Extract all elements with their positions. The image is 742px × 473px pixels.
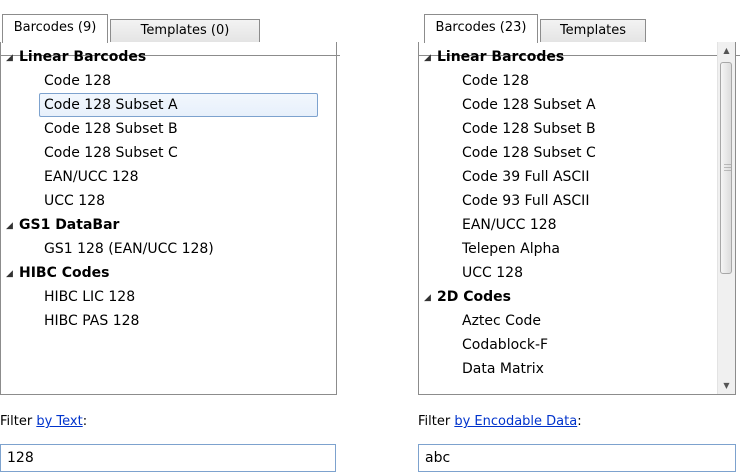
tree-item[interactable]: Data Matrix [419,357,735,381]
tree-group[interactable]: ◢ 2D Codes [419,285,735,309]
filter-prefix: Filter [418,414,455,429]
expand-arrow-icon[interactable]: ◢ [6,46,14,70]
tree-item-label: Code 128 Subset A [462,97,596,113]
filter-label: Filter by Encodable Data: [418,414,582,429]
tree-item-label: 2D Codes [437,289,511,305]
tree-item[interactable]: Aztec Code [419,309,735,333]
tree-item-label: HIBC PAS 128 [44,313,140,329]
tree-item-label: Codablock-F [462,337,549,353]
expand-arrow-icon[interactable]: ◢ [424,286,432,310]
tree-item-label: Code 39 Full ASCII [462,169,590,185]
tree-item[interactable]: Codablock-F [419,333,735,357]
filter-input[interactable] [0,444,336,472]
tree-item[interactable]: EAN/UCC 128 [419,213,735,237]
tree-item-label: HIBC Codes [19,265,110,281]
filter-suffix: : [82,414,88,429]
tree-item[interactable]: UCC 128 [1,189,336,213]
tree-item-label: EAN/UCC 128 [44,169,139,185]
expand-arrow-icon[interactable]: ◢ [6,214,14,238]
tree-item-label: EAN/UCC 128 [462,217,557,233]
tree-item[interactable]: Code 39 Full ASCII [419,165,735,189]
tab-barcodes[interactable]: Barcodes (23) [424,14,538,43]
scroll-thumb[interactable]: ― ― ― [720,62,732,274]
filter-suffix: : [577,414,582,429]
tree-item[interactable]: GS1 128 (EAN/UCC 128) [1,237,336,261]
tab-strip: Barcodes (9) Templates (0) [0,14,340,56]
tab-templates[interactable]: Templates [540,19,646,42]
tree-item-label: Data Matrix [462,361,544,377]
tree-item[interactable]: Code 93 Full ASCII [419,189,735,213]
tree-item[interactable]: HIBC LIC 128 [1,285,336,309]
tree-item[interactable]: Code 128 Subset B [419,117,735,141]
tree-item[interactable]: EAN/UCC 128 [1,165,336,189]
barcode-tree[interactable]: ◢ Linear Barcodes Code 128 Code 128 Subset … [0,42,337,395]
tree-item-label: Code 128 Subset A [39,93,318,117]
tree-item-label: Code 128 [44,73,112,89]
tree-item-label: Code 93 Full ASCII [462,193,590,209]
tree-item-label: GS1 DataBar [19,217,120,233]
filter-by-encodable-data-link[interactable]: by Encodable Data [454,414,577,429]
expand-arrow-icon[interactable]: ◢ [6,262,14,286]
tab-templates[interactable]: Templates (0) [110,19,260,42]
tree-item-label: Code 128 Subset C [44,145,178,161]
tree-item-label: Telepen Alpha [462,241,560,257]
tree-item-label: UCC 128 [44,193,105,209]
filter-input[interactable] [418,444,736,472]
filter-prefix: Filter [0,414,37,429]
tree-item[interactable]: Code 128 Subset C [1,141,336,165]
tree-item-label: HIBC LIC 128 [44,289,136,305]
tree-item-label: Linear Barcodes [19,49,147,65]
expand-arrow-icon[interactable]: ◢ [424,46,432,70]
scroll-down-icon[interactable]: ▼ [718,377,735,394]
tab-strip: Barcodes (23) Templates [418,14,740,56]
vertical-scrollbar[interactable]: ▲ ― ― ― ▼ [717,42,735,394]
right-barcode-panel: Barcodes (23) Templates ◢ Linear Barcodes… [418,0,740,473]
tree-item[interactable]: Code 128 Subset C [419,141,735,165]
tree-item[interactable]: Code 128 [419,69,735,93]
tree-item-label: Aztec Code [462,313,542,329]
tree-item[interactable]: UCC 128 [419,261,735,285]
tree-item[interactable]: Code 128 Subset A [1,93,336,117]
scroll-up-icon[interactable]: ▲ [718,42,735,59]
tree-item[interactable]: HIBC PAS 128 [1,309,336,333]
tab-barcodes[interactable]: Barcodes (9) [2,14,108,43]
tree-item[interactable]: Telepen Alpha [419,237,735,261]
tree-item[interactable]: Code 128 Subset B [1,117,336,141]
tree-item-label: UCC 128 [462,265,523,281]
filter-by-text-link[interactable]: by Text [36,414,82,429]
filter-label: Filter by Text: [0,414,87,429]
tree-item-label: GS1 128 (EAN/UCC 128) [44,241,214,257]
barcode-tree[interactable]: ◢ Linear Barcodes Code 128 Code 128 Subset … [418,42,736,395]
tree-item-label: Code 128 Subset C [462,145,596,161]
tree-group[interactable]: ◢ HIBC Codes [1,261,336,285]
tree-group[interactable]: ◢ Linear Barcodes [1,45,336,69]
tree-item-label: Code 128 Subset B [462,121,596,137]
left-barcode-panel: Barcodes (9) Templates (0) ◢ Linear Barco… [0,0,340,473]
tree-item[interactable]: Code 128 [1,69,336,93]
tree-group[interactable]: ◢ Linear Barcodes [419,45,735,69]
tree-item-label: Code 128 [462,73,530,89]
tree-group[interactable]: ◢ GS1 DataBar [1,213,336,237]
tree-item-label: Linear Barcodes [437,49,565,65]
tree-item[interactable]: Code 128 Subset A [419,93,735,117]
tree-item-label: Code 128 Subset B [44,121,178,137]
grip-icon: ― ― ― [724,160,731,174]
